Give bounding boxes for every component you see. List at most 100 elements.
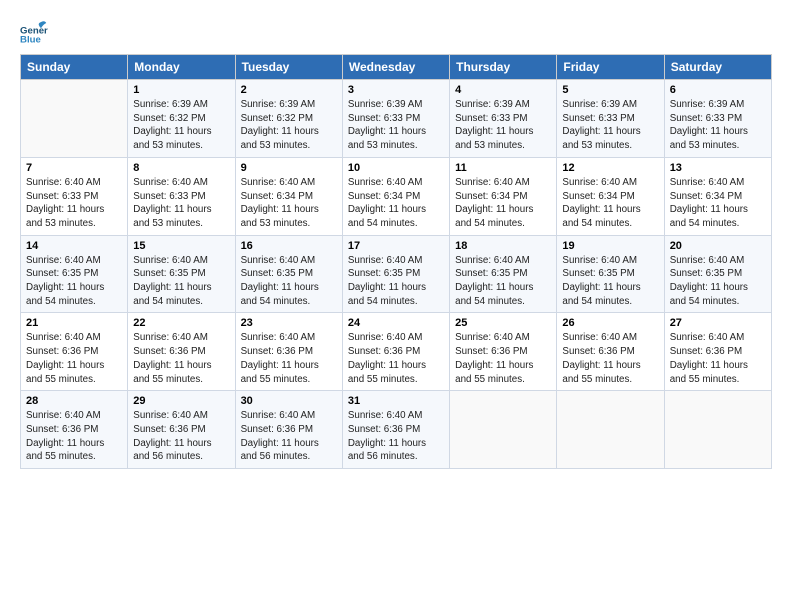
day-number: 15	[133, 240, 229, 252]
calendar-cell: 20 Sunrise: 6:40 AM Sunset: 6:35 PM Dayli…	[664, 235, 771, 313]
calendar-cell: 10 Sunrise: 6:40 AM Sunset: 6:34 PM Dayli…	[342, 157, 449, 235]
day-info: Sunrise: 6:40 AM Sunset: 6:34 PM Dayligh…	[241, 176, 337, 231]
calendar-week-row: 21 Sunrise: 6:40 AM Sunset: 6:36 PM Dayli…	[21, 313, 772, 391]
day-info: Sunrise: 6:39 AM Sunset: 6:33 PM Dayligh…	[348, 98, 444, 153]
day-number: 9	[241, 162, 337, 174]
day-info: Sunrise: 6:39 AM Sunset: 6:33 PM Dayligh…	[455, 98, 551, 153]
calendar-cell: 6 Sunrise: 6:39 AM Sunset: 6:33 PM Daylig…	[664, 80, 771, 158]
calendar-cell: 27 Sunrise: 6:40 AM Sunset: 6:36 PM Dayli…	[664, 313, 771, 391]
calendar-cell	[21, 80, 128, 158]
logo-icon: General Blue	[20, 16, 48, 44]
day-number: 2	[241, 84, 337, 96]
day-number: 10	[348, 162, 444, 174]
day-info: Sunrise: 6:40 AM Sunset: 6:36 PM Dayligh…	[670, 331, 766, 386]
calendar-cell: 28 Sunrise: 6:40 AM Sunset: 6:36 PM Dayli…	[21, 391, 128, 469]
calendar-cell: 2 Sunrise: 6:39 AM Sunset: 6:32 PM Daylig…	[235, 80, 342, 158]
day-info: Sunrise: 6:40 AM Sunset: 6:34 PM Dayligh…	[348, 176, 444, 231]
svg-text:Blue: Blue	[20, 34, 41, 44]
calendar-cell: 26 Sunrise: 6:40 AM Sunset: 6:36 PM Dayli…	[557, 313, 664, 391]
logo: General Blue	[20, 16, 52, 44]
day-info: Sunrise: 6:40 AM Sunset: 6:36 PM Dayligh…	[241, 331, 337, 386]
calendar-week-row: 1 Sunrise: 6:39 AM Sunset: 6:32 PM Daylig…	[21, 80, 772, 158]
day-number: 21	[26, 317, 122, 329]
calendar-cell: 22 Sunrise: 6:40 AM Sunset: 6:36 PM Dayli…	[128, 313, 235, 391]
day-number: 25	[455, 317, 551, 329]
day-number: 24	[348, 317, 444, 329]
day-info: Sunrise: 6:40 AM Sunset: 6:36 PM Dayligh…	[26, 409, 122, 464]
calendar-week-row: 7Sunrise: 6:40 AM Sunset: 6:33 PM Daylig…	[21, 157, 772, 235]
calendar-cell: 11 Sunrise: 6:40 AM Sunset: 6:34 PM Dayli…	[450, 157, 557, 235]
day-info: Sunrise: 6:40 AM Sunset: 6:36 PM Dayligh…	[133, 331, 229, 386]
calendar-cell: 13 Sunrise: 6:40 AM Sunset: 6:34 PM Dayli…	[664, 157, 771, 235]
calendar-table: SundayMondayTuesdayWednesdayThursdayFrid…	[20, 54, 772, 469]
calendar-cell: 12 Sunrise: 6:40 AM Sunset: 6:34 PM Dayli…	[557, 157, 664, 235]
calendar-cell: 16Sunrise: 6:40 AM Sunset: 6:35 PM Dayli…	[235, 235, 342, 313]
calendar-cell: 17Sunrise: 6:40 AM Sunset: 6:35 PM Dayli…	[342, 235, 449, 313]
calendar-cell: 31 Sunrise: 6:40 AM Sunset: 6:36 PM Dayli…	[342, 391, 449, 469]
day-info: Sunrise: 6:40 AM Sunset: 6:36 PM Dayligh…	[562, 331, 658, 386]
weekday-header: Friday	[557, 55, 664, 80]
day-number: 31	[348, 395, 444, 407]
calendar-cell: 1 Sunrise: 6:39 AM Sunset: 6:32 PM Daylig…	[128, 80, 235, 158]
calendar-cell: 4 Sunrise: 6:39 AM Sunset: 6:33 PM Daylig…	[450, 80, 557, 158]
day-info: Sunrise: 6:40 AM Sunset: 6:36 PM Dayligh…	[348, 331, 444, 386]
weekday-header: Thursday	[450, 55, 557, 80]
calendar-cell: 15 Sunrise: 6:40 AM Sunset: 6:35 PM Dayli…	[128, 235, 235, 313]
day-number: 16	[241, 240, 337, 252]
day-info: Sunrise: 6:40 AM Sunset: 6:36 PM Dayligh…	[455, 331, 551, 386]
day-info: Sunrise: 6:40 AM Sunset: 6:35 PM Dayligh…	[670, 254, 766, 309]
day-info: Sunrise: 6:40 AM Sunset: 6:33 PM Dayligh…	[133, 176, 229, 231]
day-info: Sunrise: 6:40 AM Sunset: 6:36 PM Dayligh…	[26, 331, 122, 386]
day-number: 12	[562, 162, 658, 174]
day-info: Sunrise: 6:40 AM Sunset: 6:36 PM Dayligh…	[348, 409, 444, 464]
day-info: Sunrise: 6:40 AM Sunset: 6:35 PM Dayligh…	[26, 254, 122, 309]
day-info: Sunrise: 6:39 AM Sunset: 6:32 PM Dayligh…	[133, 98, 229, 153]
calendar-cell: 19Sunrise: 6:40 AM Sunset: 6:35 PM Dayli…	[557, 235, 664, 313]
day-number: 3	[348, 84, 444, 96]
day-info: Sunrise: 6:39 AM Sunset: 6:32 PM Dayligh…	[241, 98, 337, 153]
calendar-cell: 3 Sunrise: 6:39 AM Sunset: 6:33 PM Daylig…	[342, 80, 449, 158]
day-number: 4	[455, 84, 551, 96]
day-number: 13	[670, 162, 766, 174]
day-number: 23	[241, 317, 337, 329]
day-info: Sunrise: 6:40 AM Sunset: 6:34 PM Dayligh…	[562, 176, 658, 231]
day-info: Sunrise: 6:40 AM Sunset: 6:35 PM Dayligh…	[348, 254, 444, 309]
calendar-cell: 7Sunrise: 6:40 AM Sunset: 6:33 PM Daylig…	[21, 157, 128, 235]
calendar-cell	[664, 391, 771, 469]
calendar-cell: 21 Sunrise: 6:40 AM Sunset: 6:36 PM Dayli…	[21, 313, 128, 391]
day-info: Sunrise: 6:40 AM Sunset: 6:35 PM Dayligh…	[455, 254, 551, 309]
calendar-cell: 8 Sunrise: 6:40 AM Sunset: 6:33 PM Daylig…	[128, 157, 235, 235]
day-number: 29	[133, 395, 229, 407]
day-number: 27	[670, 317, 766, 329]
day-info: Sunrise: 6:40 AM Sunset: 6:33 PM Dayligh…	[26, 176, 122, 231]
day-number: 26	[562, 317, 658, 329]
calendar-cell: 24 Sunrise: 6:40 AM Sunset: 6:36 PM Dayli…	[342, 313, 449, 391]
day-number: 8	[133, 162, 229, 174]
day-number: 19	[562, 240, 658, 252]
day-number: 6	[670, 84, 766, 96]
calendar-cell: 5Sunrise: 6:39 AM Sunset: 6:33 PM Daylig…	[557, 80, 664, 158]
weekday-header: Sunday	[21, 55, 128, 80]
calendar-cell: 18Sunrise: 6:40 AM Sunset: 6:35 PM Dayli…	[450, 235, 557, 313]
day-info: Sunrise: 6:40 AM Sunset: 6:34 PM Dayligh…	[670, 176, 766, 231]
calendar-cell	[450, 391, 557, 469]
day-number: 11	[455, 162, 551, 174]
day-number: 20	[670, 240, 766, 252]
day-info: Sunrise: 6:40 AM Sunset: 6:35 PM Dayligh…	[133, 254, 229, 309]
day-number: 28	[26, 395, 122, 407]
day-number: 22	[133, 317, 229, 329]
day-info: Sunrise: 6:40 AM Sunset: 6:34 PM Dayligh…	[455, 176, 551, 231]
day-info: Sunrise: 6:39 AM Sunset: 6:33 PM Dayligh…	[670, 98, 766, 153]
calendar-cell: 9 Sunrise: 6:40 AM Sunset: 6:34 PM Daylig…	[235, 157, 342, 235]
day-number: 1	[133, 84, 229, 96]
day-info: Sunrise: 6:40 AM Sunset: 6:36 PM Dayligh…	[241, 409, 337, 464]
day-number: 14	[26, 240, 122, 252]
weekday-header: Saturday	[664, 55, 771, 80]
weekday-header-row: SundayMondayTuesdayWednesdayThursdayFrid…	[21, 55, 772, 80]
day-info: Sunrise: 6:40 AM Sunset: 6:36 PM Dayligh…	[133, 409, 229, 464]
calendar-cell: 30Sunrise: 6:40 AM Sunset: 6:36 PM Dayli…	[235, 391, 342, 469]
weekday-header: Tuesday	[235, 55, 342, 80]
day-info: Sunrise: 6:39 AM Sunset: 6:33 PM Dayligh…	[562, 98, 658, 153]
calendar-cell	[557, 391, 664, 469]
calendar-cell: 23 Sunrise: 6:40 AM Sunset: 6:36 PM Dayli…	[235, 313, 342, 391]
